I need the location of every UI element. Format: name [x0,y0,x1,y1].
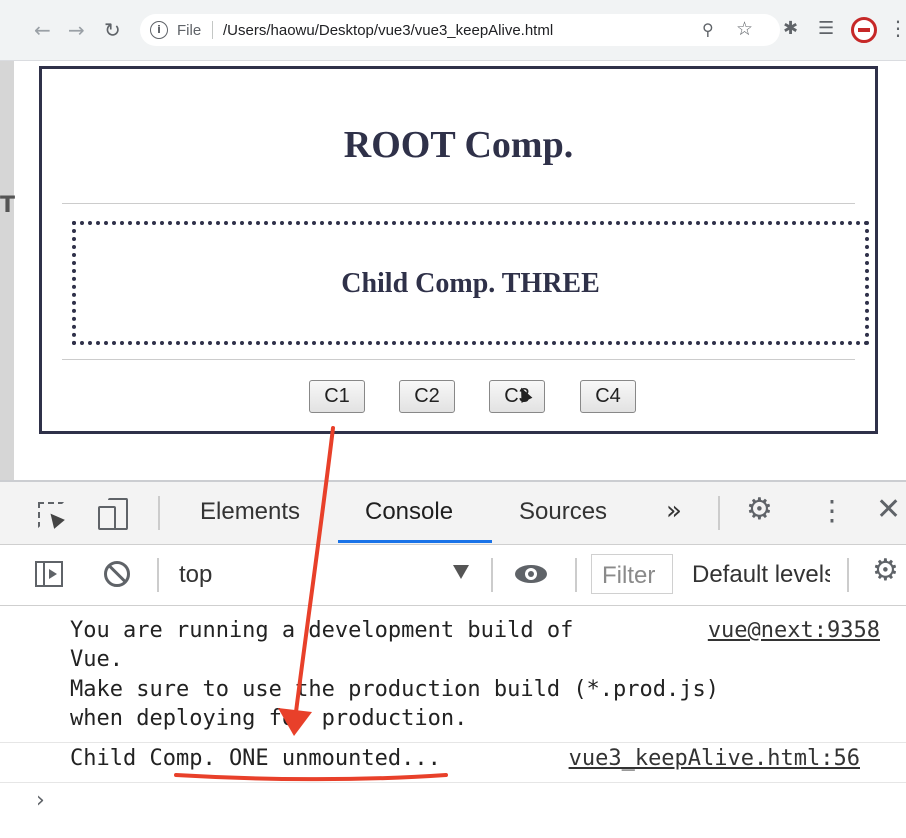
toolbar-separator [575,558,577,592]
forward-icon[interactable]: → [68,18,85,42]
more-tabs-icon[interactable]: » [666,496,682,526]
c4-button[interactable]: C4 [580,380,636,413]
context-selector[interactable]: top [179,561,212,589]
console-settings-gear-icon[interactable]: ⚙ [872,553,899,588]
console-prompt-icon[interactable]: › [36,788,45,813]
toolbar-separator [847,558,849,592]
tab-console[interactable]: Console [365,498,453,526]
back-icon[interactable]: ← [34,18,51,42]
toolbar-separator [158,496,160,530]
info-icon[interactable]: i [150,21,168,39]
filter-input[interactable]: Filter [591,554,673,594]
c2-button[interactable]: C2 [399,380,455,413]
live-expression-eye-icon[interactable] [515,565,551,585]
background-text-fragment: T [0,193,16,218]
browser-toolbar: ← → ↻ i File /Users/haowu/Desktop/vue3/v… [0,0,906,61]
toolbar-separator [718,496,720,530]
divider-top [62,203,855,204]
console-toolbar: top Filter Default levels ⚙ [0,545,906,606]
menu-icon[interactable]: ⋮ [888,16,906,40]
source-link[interactable]: vue@next:9358 [708,616,880,645]
scheme-label: File [177,22,202,39]
active-tab-indicator [338,540,492,543]
source-link[interactable]: vue3_keepAlive.html:56 [569,746,860,771]
device-toolbar-icon[interactable] [98,498,128,530]
address-bar[interactable]: i File /Users/haowu/Desktop/vue3/vue3_ke… [140,14,780,46]
devtools-menu-icon[interactable]: ⋮ [818,494,846,527]
child-component: Child Comp. THREE [72,221,869,345]
close-devtools-icon[interactable]: ✕ [876,492,901,527]
root-component: ROOT Comp. Child Comp. THREE C1 C2 C3 C4 [39,66,878,434]
background-window-sliver: T [0,0,16,480]
tab-sources[interactable]: Sources [519,498,607,526]
context-caret-icon[interactable] [453,565,469,579]
reload-icon[interactable]: ↻ [104,18,121,42]
inspect-element-icon[interactable] [38,502,64,528]
extensions-puzzle-icon[interactable]: ✱ [783,18,798,39]
message-divider [0,742,906,743]
devtools-panel: Elements Console Sources » ⚙ ⋮ ✕ top Fil… [0,480,906,838]
log-levels-dropdown[interactable]: Default levels [692,561,830,589]
message-line: when deploying for production. [70,706,468,731]
console-sidebar-icon[interactable] [35,561,63,587]
message-line: Vue. [70,647,123,672]
root-title: ROOT Comp. [343,124,574,166]
toolbar-separator [491,558,493,592]
clear-console-icon[interactable] [104,561,130,587]
url-text[interactable]: /Users/haowu/Desktop/vue3/vue3_keepAlive… [223,22,553,39]
settings-gear-icon[interactable]: ⚙ [746,492,773,527]
message-line: Make sure to use the production build (*… [70,677,720,702]
devtools-tabbar: Elements Console Sources » ⚙ ⋮ ✕ [0,482,906,545]
bookmark-star-icon[interactable]: ☆ [736,18,753,40]
profile-avatar[interactable] [851,17,877,43]
divider-bottom [62,359,855,360]
message-line: You are running a development build of [70,618,574,643]
console-output: You are running a development build of v… [0,606,906,838]
toolbar-separator [157,558,159,592]
child-title: Child Comp. THREE [341,268,600,299]
address-divider [212,21,213,39]
console-message-text: Child Comp. ONE unmounted... [70,746,441,771]
c1-button[interactable]: C1 [309,380,365,413]
reading-list-icon[interactable]: ☰ [818,18,834,39]
tab-elements[interactable]: Elements [200,498,300,526]
c3-button[interactable]: C3 [489,380,545,413]
zoom-icon[interactable]: ⚲ [702,20,714,39]
message-divider [0,782,906,783]
